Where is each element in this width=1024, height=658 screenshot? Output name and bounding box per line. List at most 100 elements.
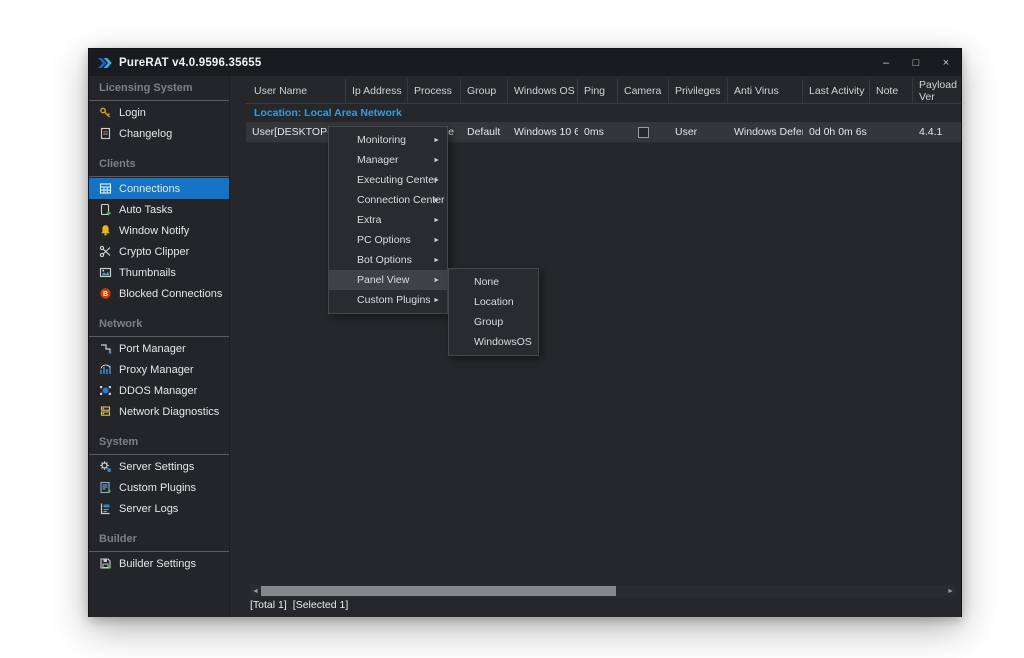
- minimize-button[interactable]: –: [871, 49, 901, 76]
- menu-item-label: Connection Center: [357, 194, 445, 206]
- scrollbar-thumb[interactable]: [261, 586, 616, 596]
- sidebar-item-label: Network Diagnostics: [119, 406, 219, 418]
- sidebar-item-label: Custom Plugins: [119, 482, 196, 494]
- column-header-privileges[interactable]: Privileges: [669, 79, 728, 103]
- column-header-note[interactable]: Note: [870, 79, 913, 103]
- scroll-right-icon[interactable]: ►: [945, 585, 956, 597]
- sidebar-item-window-notify[interactable]: Window Notify: [89, 220, 229, 241]
- app-logo-double-chevron-icon: [97, 58, 112, 68]
- sidebar-item-label: Changelog: [119, 128, 172, 140]
- sidebar-item-network-diagnostics[interactable]: Network Diagnostics: [89, 401, 229, 422]
- horizontal-scrollbar[interactable]: ◄ ►: [250, 585, 956, 597]
- cell-camera: [618, 122, 669, 142]
- menu-item-bot-options[interactable]: Bot Options►: [329, 250, 447, 270]
- menu-item-manager[interactable]: Manager►: [329, 150, 447, 170]
- sidebar-item-connections[interactable]: Connections: [89, 178, 229, 199]
- submenu-item-windowsos[interactable]: WindowsOS: [449, 332, 538, 352]
- submenu-arrow-icon: ►: [433, 257, 440, 264]
- column-header-user-name[interactable]: User Name: [246, 79, 346, 103]
- cell-payload-version: 4.4.1: [913, 122, 961, 142]
- cell-windows-os: Windows 10 64Bit: [508, 122, 578, 142]
- cell-group: Default: [461, 122, 508, 142]
- menu-item-label: Location: [474, 296, 514, 308]
- ddos-manager-icon: [99, 384, 112, 397]
- menu-item-label: Group: [474, 316, 503, 328]
- context-menu: Monitoring► Manager► Executing Center► C…: [328, 126, 448, 314]
- cell-privileges: User: [669, 122, 728, 142]
- menu-item-executing-center[interactable]: Executing Center►: [329, 170, 447, 190]
- sidebar-item-changelog[interactable]: Changelog: [89, 123, 229, 144]
- server-logs-icon: [99, 502, 112, 515]
- sidebar-item-ddos-manager[interactable]: DDOS Manager: [89, 380, 229, 401]
- sidebar-item-server-settings[interactable]: Server Settings: [89, 456, 229, 477]
- column-header-windows-os[interactable]: Windows OS: [508, 79, 578, 103]
- changelog-icon: [99, 127, 112, 140]
- menu-item-monitoring[interactable]: Monitoring►: [329, 130, 447, 150]
- titlebar[interactable]: PureRAT v4.0.9596.35655 – □ ×: [89, 49, 961, 76]
- submenu-arrow-icon: ►: [433, 137, 440, 144]
- menu-item-panel-view[interactable]: Panel View►: [329, 270, 447, 290]
- bell-icon: [99, 224, 112, 237]
- port-manager-icon: [99, 342, 112, 355]
- sidebar-item-login[interactable]: Login: [89, 102, 229, 123]
- section-header: Clients: [89, 158, 229, 177]
- section-header: Network: [89, 318, 229, 337]
- menu-item-pc-options[interactable]: PC Options ►: [329, 230, 447, 250]
- section-clients: Clients Connections Auto Tasks Window No…: [89, 158, 229, 304]
- column-header-payload-ver[interactable]: Payload Ver: [913, 79, 961, 103]
- menu-item-extra[interactable]: Extra►: [329, 210, 447, 230]
- column-header-group[interactable]: Group: [461, 79, 508, 103]
- sidebar-item-proxy-manager[interactable]: Proxy Manager: [89, 359, 229, 380]
- submenu-arrow-icon: ►: [433, 237, 440, 244]
- column-header-ping[interactable]: Ping: [578, 79, 618, 103]
- scissors-icon: [99, 245, 112, 258]
- sidebar-item-crypto-clipper[interactable]: Crypto Clipper: [89, 241, 229, 262]
- close-button[interactable]: ×: [931, 49, 961, 76]
- section-system: System Server Settings Custom Plugins Se…: [89, 436, 229, 519]
- section-network: Network Port Manager Proxy Manager DDOS …: [89, 318, 229, 422]
- column-header-last-activity[interactable]: Last Activity: [803, 79, 870, 103]
- menu-item-label: PC Options: [357, 234, 411, 246]
- menu-item-label: None: [474, 276, 499, 288]
- sidebar-item-label: Port Manager: [119, 343, 186, 355]
- scroll-left-icon[interactable]: ◄: [250, 585, 261, 597]
- sidebar-item-server-logs[interactable]: Server Logs: [89, 498, 229, 519]
- status-total: [Total 1]: [250, 599, 287, 611]
- table-header: User Name Ip Address Process Group Windo…: [246, 79, 961, 104]
- camera-checkbox[interactable]: [638, 127, 649, 138]
- sidebar-item-auto-tasks[interactable]: Auto Tasks: [89, 199, 229, 220]
- menu-item-connection-center[interactable]: Connection Center►: [329, 190, 447, 210]
- sidebar-item-blocked-connections[interactable]: B Blocked Connections: [89, 283, 229, 304]
- sidebar-item-port-manager[interactable]: Port Manager: [89, 338, 229, 359]
- network-diagnostics-icon: [99, 405, 112, 418]
- column-header-camera[interactable]: Camera: [618, 79, 669, 103]
- submenu-arrow-icon: ►: [433, 277, 440, 284]
- sidebar-item-label: Blocked Connections: [119, 288, 222, 300]
- sidebar-item-thumbnails[interactable]: Thumbnails: [89, 262, 229, 283]
- submenu-item-group[interactable]: Group: [449, 312, 538, 332]
- window-controls: – □ ×: [871, 49, 961, 76]
- thumbnails-icon: [99, 266, 112, 279]
- menu-item-label: Extra: [357, 214, 382, 226]
- proxy-manager-icon: [99, 363, 112, 376]
- column-header-ip-address[interactable]: Ip Address: [346, 79, 408, 103]
- menu-item-label: WindowsOS: [474, 336, 532, 348]
- sidebar-item-label: Login: [119, 107, 146, 119]
- cell-ping: 0ms: [578, 122, 618, 142]
- sidebar-item-builder-settings[interactable]: Builder Settings: [89, 553, 229, 574]
- column-header-anti-virus[interactable]: Anti Virus: [728, 79, 803, 103]
- svg-text:B: B: [103, 291, 108, 298]
- sidebar-item-label: Builder Settings: [119, 558, 196, 570]
- sidebar-item-custom-plugins[interactable]: Custom Plugins: [89, 477, 229, 498]
- maximize-button[interactable]: □: [901, 49, 931, 76]
- column-header-process[interactable]: Process: [408, 79, 461, 103]
- location-group-row[interactable]: Location: Local Area Network: [246, 107, 961, 123]
- sidebar-item-label: Server Settings: [119, 461, 194, 473]
- submenu-item-none[interactable]: None: [449, 272, 538, 292]
- blocked-icon: B: [99, 287, 112, 300]
- section-licensing-system: Licensing System Login Changelog: [89, 82, 229, 144]
- cell-last-activity: 0d 0h 0m 6s: [803, 122, 870, 142]
- scrollbar-track[interactable]: [261, 585, 945, 597]
- menu-item-custom-plugins[interactable]: Custom Plugins►: [329, 290, 447, 310]
- submenu-item-location[interactable]: Location: [449, 292, 538, 312]
